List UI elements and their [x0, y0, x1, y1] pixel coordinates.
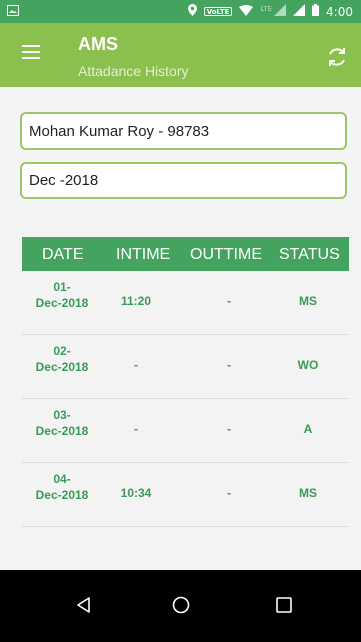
table-row[interactable]: 04- Dec-2018 10:34 - MS [22, 463, 349, 527]
employee-field[interactable]: Mohan Kumar Roy - 98783 [20, 112, 347, 150]
row-intime: 10:34 [120, 486, 152, 500]
table-row[interactable]: 02- Dec-2018 - - WO [22, 335, 349, 399]
row-status: WO [297, 358, 319, 372]
row-status: A [303, 422, 313, 436]
status-bar: VoLTE LTE 4:00 [0, 0, 361, 23]
row-status: MS [299, 486, 317, 500]
date-month: Dec-2018 [35, 296, 89, 310]
row-date: 01- Dec-2018 [26, 279, 98, 311]
row-date: 02- Dec-2018 [26, 343, 98, 375]
row-date: 03- Dec-2018 [26, 407, 98, 439]
row-intime: - [134, 422, 138, 436]
header-intime: INTIME [116, 246, 171, 263]
recents-icon[interactable] [275, 596, 293, 614]
clock: 4:00 [326, 4, 353, 19]
signal-icon-2 [293, 4, 306, 19]
app-bar: AMS Attadance History [0, 23, 361, 87]
lte-label: LTE [260, 5, 273, 13]
image-notification-icon [7, 3, 19, 21]
row-outtime: - [227, 294, 231, 308]
filter-card: Mohan Kumar Roy - 98783 Dec -2018 [10, 100, 351, 222]
table-header: DATE INTIME OUTTIME STATUS [22, 237, 349, 271]
date-day: 04- [53, 472, 71, 486]
row-intime: - [134, 358, 138, 372]
wifi-icon [239, 4, 254, 19]
header-outtime: OUTTIME [190, 246, 262, 263]
date-month: Dec-2018 [35, 488, 89, 502]
date-day: 01- [53, 280, 71, 294]
row-outtime: - [227, 358, 231, 372]
app-subtitle: Attadance History [78, 63, 189, 79]
battery-icon [312, 4, 320, 19]
home-icon[interactable] [172, 596, 190, 614]
table-row[interactable]: 03- Dec-2018 - - A [22, 399, 349, 463]
date-month: Dec-2018 [35, 360, 89, 374]
date-day: 03- [53, 408, 71, 422]
app-title: AMS [78, 34, 118, 54]
attendance-list[interactable]: 01- Dec-2018 11:20 - MS 02- Dec-2018 - -… [22, 271, 349, 527]
row-status: MS [299, 294, 317, 308]
row-outtime: - [227, 422, 231, 436]
signal-icon [274, 4, 287, 19]
date-month: Dec-2018 [35, 424, 89, 438]
table-row[interactable]: 01- Dec-2018 11:20 - MS [22, 271, 349, 335]
header-status: STATUS [279, 246, 340, 263]
menu-icon[interactable] [22, 45, 42, 61]
row-intime: 11:20 [120, 294, 152, 308]
row-date: 04- Dec-2018 [26, 471, 98, 503]
month-field[interactable]: Dec -2018 [20, 162, 347, 199]
refresh-icon[interactable] [325, 45, 349, 69]
back-icon[interactable] [75, 596, 93, 614]
volte-badge: VoLTE [203, 7, 233, 16]
row-outtime: - [227, 486, 231, 500]
navigation-bar [0, 570, 361, 642]
header-date: DATE [42, 246, 84, 263]
content-area: Mohan Kumar Roy - 98783 Dec -2018 DATE I… [0, 87, 361, 570]
location-icon [187, 4, 197, 19]
date-day: 02- [53, 344, 71, 358]
